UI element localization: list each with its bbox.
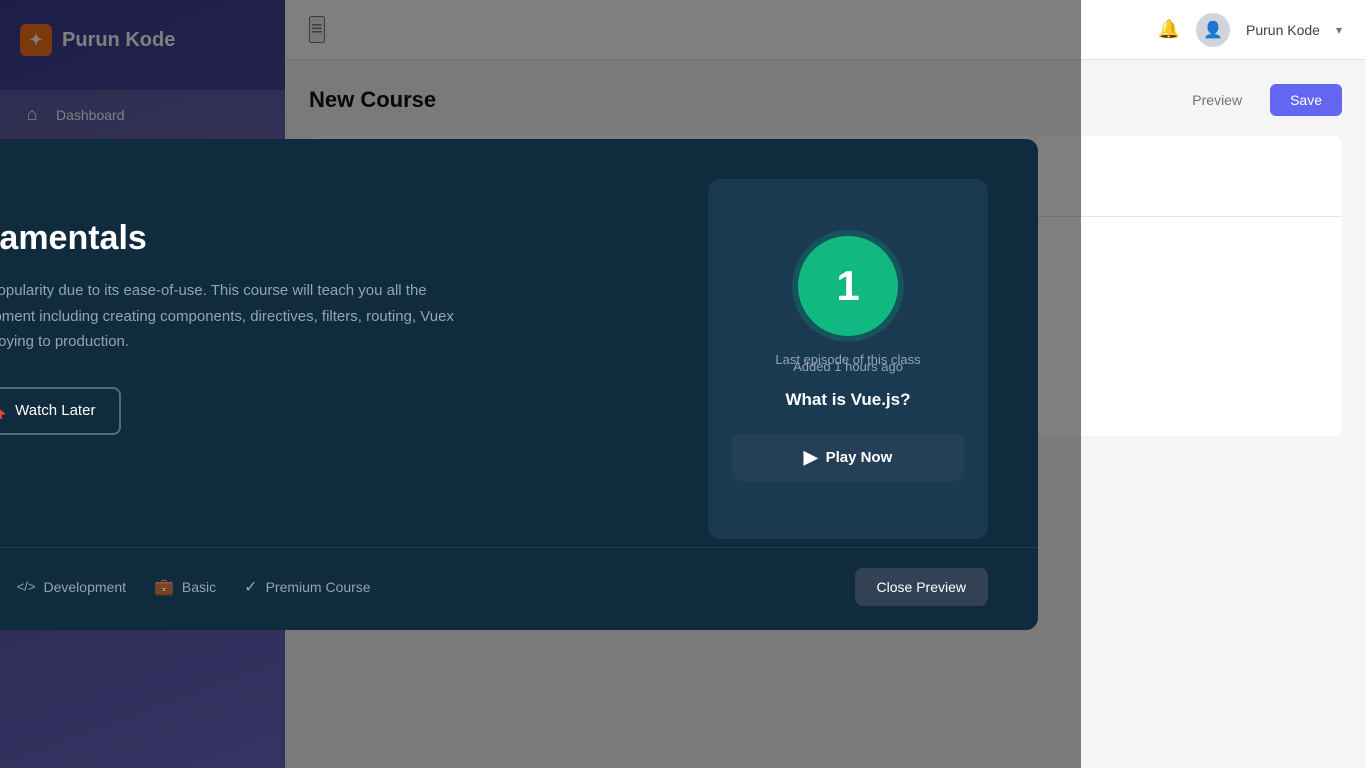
category-text: Development [44,579,127,595]
header-actions: Preview Save [1176,84,1342,116]
play-now-label: Play Now [826,449,893,466]
code-icon: </> [17,579,36,594]
meta-level: 💼 Basic [154,577,216,597]
level-icon: 💼 [154,577,174,597]
play-now-button[interactable]: ▶ Play Now [732,434,964,481]
meta-premium: ✓ Premium Course [244,577,370,597]
footer-meta: ⏱ 7 minute 📄 1 theory </> Development 💼 … [0,577,371,597]
course-description: Vue.js is rapidly growing in popularity … [0,278,488,355]
notification-bell-icon[interactable]: 🔔 [1158,19,1180,40]
course-preview-modal: Vue.js Vue.js Fundamentals Vue.js is rap… [0,139,1038,630]
checkmark-icon: ✓ [244,577,257,597]
episode-card: 1 Last episode of this class Added 1 hou… [708,179,988,539]
watch-later-button[interactable]: 🔖 Watch Later [0,387,121,435]
watch-later-label: Watch Later [15,402,95,419]
preview-button[interactable]: Preview [1176,84,1258,116]
bookmark-icon: 🔖 [0,401,7,421]
meta-category: </> Development [17,579,126,595]
avatar: 👤 [1196,13,1230,47]
modal-right: 1 Last episode of this class Added 1 hou… [708,179,988,539]
user-name-label: Purun Kode [1246,22,1320,38]
episode-name: What is Vue.js? [785,390,910,410]
close-preview-button[interactable]: Close Preview [855,568,988,606]
chevron-down-icon[interactable]: ▾ [1336,23,1342,37]
modal-body: Vue.js Vue.js Fundamentals Vue.js is rap… [0,139,1038,539]
play-icon: ▶ [804,447,818,468]
course-title: Vue.js Fundamentals [0,218,668,259]
level-text: Basic [182,579,216,595]
modal-footer: ⏱ 7 minute 📄 1 theory </> Development 💼 … [0,547,1038,630]
modal-actions: More Details 🔖 Watch Later [0,387,668,435]
save-button[interactable]: Save [1270,84,1342,116]
episode-number: 1 [798,236,898,336]
modal-left: Vue.js Vue.js Fundamentals Vue.js is rap… [0,179,668,539]
premium-text: Premium Course [266,579,371,595]
episode-added-label: Added 1 hours ago [775,359,920,374]
modal-overlay: Vue.js Vue.js Fundamentals Vue.js is rap… [0,0,1081,768]
topbar-right: 🔔 👤 Purun Kode ▾ [1158,13,1342,47]
